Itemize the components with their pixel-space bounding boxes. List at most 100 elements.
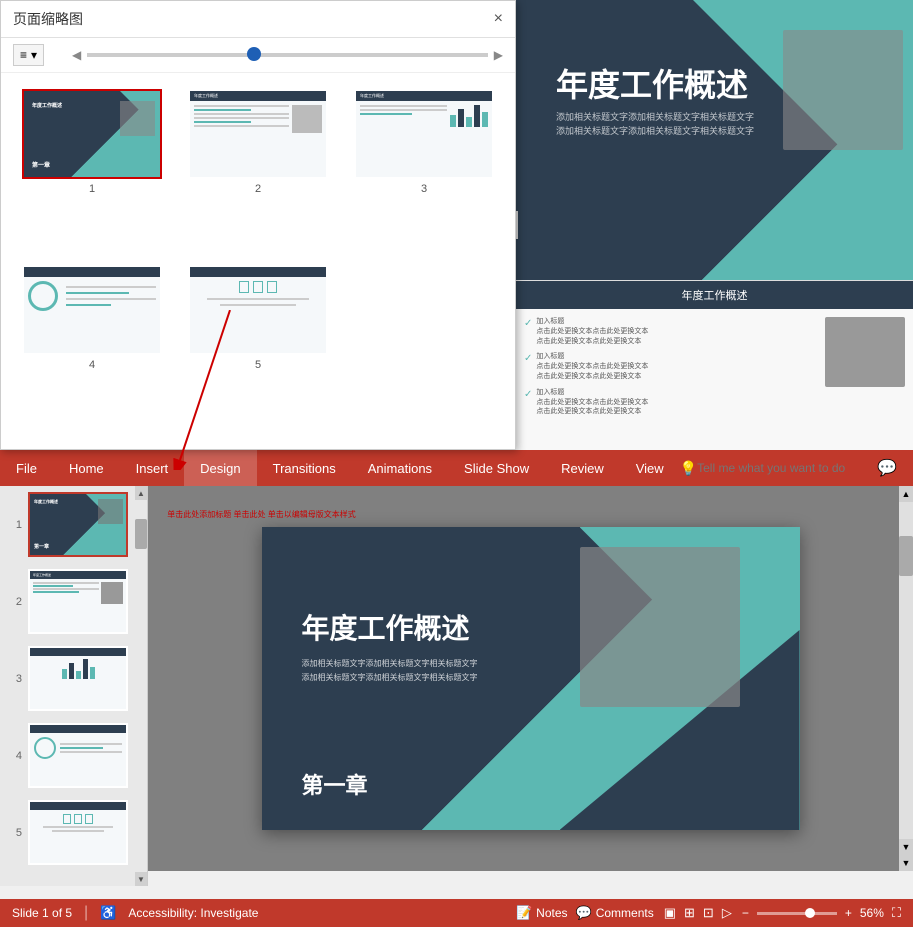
slide-info: Slide 1 of 5 [12,906,72,920]
tab-animations[interactable]: Animations [352,450,448,486]
main-slide-subtitle: 添加相关标题文字添加相关标题文字相关标题文字 添加相关标题文字添加相关标题文字相… [302,657,478,686]
panel-thumb-img-1: 年度工作概述 第一章 [22,89,162,179]
slider-thumb[interactable] [247,47,261,61]
panel-thumb-img-5 [188,265,328,355]
zoom-percent[interactable]: 56% [860,906,884,920]
grid-icon: ≡ [20,48,27,62]
panel-thumb-2[interactable]: 年度工作概述 [183,89,333,249]
left-thumb-item-4[interactable]: 4 [0,717,147,794]
slideshow-view-icon[interactable]: ▷ [720,903,734,923]
zoom-thumb[interactable] [805,908,815,918]
left-thumb-item-5[interactable]: 5 [0,794,147,871]
ribbon-search-input[interactable] [697,461,877,475]
accessibility-icon: ♿ [100,905,116,921]
panel-thumb-num-5: 5 [255,359,261,371]
slider-left-icon: ◀ [72,48,81,62]
left-thumb-box-3 [28,646,128,711]
left-num-3: 3 [8,673,22,685]
notes-btn[interactable]: 📝 Notes [516,905,568,921]
notes-icon: 📝 [516,905,532,921]
slide-thumbnail-grid: 年度工作概述 第一章 1 年度工作概述 [1,73,515,441]
left-thumb-item-2[interactable]: 2 年度工作概述 [0,563,147,640]
panel-header: 页面缩略图 × [1,1,515,38]
preview2-content: ✓ 加入标题点击此处更换文本点击此处更换文本点击此处更换文本点此处更换文本 ✓ … [516,309,913,431]
comment-icon[interactable]: 💬 [877,458,897,478]
zoom-minus-icon[interactable]: − [742,906,749,920]
main-slide-photo [580,547,740,707]
main-edit-area[interactable]: 单击此处添加标题 单击此处 单击以编辑母版文本样式 年度工作概述 添加相关标题文… [148,486,913,871]
check-text-3: 加入标题点击此处更换文本点击此处更换文本点击此处更换文本点此处更换文本 [536,388,648,417]
slider-track[interactable] [87,53,487,57]
main-slide-chapter[interactable]: 第一章 [302,768,368,800]
preview-subtitle: 添加相关标题文字添加相关标题文字相关标题文字 添加相关标题文字添加相关标题文字相… [556,110,754,139]
status-right: 📝 Notes 💬 Comments ▣ ⊞ ⊡ ▷ − + 56% ⛶ [516,903,901,923]
scroll-up-btn[interactable]: ▲ [135,486,147,500]
tab-design[interactable]: Design [184,450,256,486]
preview2-photo [825,317,905,387]
fit-slide-icon[interactable]: ⛶ [892,905,901,921]
ribbon-search-area: 💡 [680,460,877,477]
scroll-down-btn[interactable]: ▼ [135,872,147,886]
left-thumb-box-4 [28,723,128,788]
main-window: 年度工作概述 添加相关标题文字添加相关标题文字相关标题文字 添加相关标题文字添加… [0,0,913,927]
left-thumb-item-1[interactable]: 1 年度工作概述 第一章 [0,486,147,563]
panel-close-btn[interactable]: × [494,10,503,28]
panel-thumb-img-4 [22,265,162,355]
thumbnail-size-slider: ◀ ▶ [72,48,503,62]
main-edit-scrollbar: ▲ ▼ ▼ [899,486,913,871]
normal-view-icon[interactable]: ▣ [662,903,678,923]
collapse-panel-btn[interactable]: ◀ [516,211,518,239]
panel-title: 页面缩略图 [13,9,83,29]
reading-view-icon[interactable]: ⊡ [701,903,716,923]
panel-thumb-4[interactable]: 4 [17,265,167,425]
main-scroll-up[interactable]: ▲ [899,486,913,502]
status-bar: Slide 1 of 5 | ♿ Accessibility: Investig… [0,899,913,927]
left-thumb-box-2: 年度工作概述 [28,569,128,634]
zoom-slider[interactable] [757,912,837,915]
left-num-5: 5 [8,827,22,839]
panel-thumb-num-1: 1 [89,183,95,195]
panel-thumb-5[interactable]: 5 [183,265,333,425]
checklist: ✓ 加入标题点击此处更换文本点击此处更换文本点击此处更换文本点此处更换文本 ✓ … [524,317,817,423]
tab-view[interactable]: View [620,450,680,486]
dropdown-arrow: ▾ [31,48,37,62]
accessibility-text[interactable]: Accessibility: Investigate [128,906,258,920]
left-thumb-item-3[interactable]: 3 [0,640,147,717]
slider-right-icon: ▶ [494,48,503,62]
left-num-1: 1 [8,519,22,531]
slide-sorter-icon[interactable]: ⊞ [682,903,697,923]
panel-toolbar: ≡ ▾ ◀ ▶ [1,38,515,73]
tab-home[interactable]: Home [53,450,120,486]
main-scroll-down2[interactable]: ▼ [899,855,913,871]
preview-photo [783,30,903,150]
panel-thumb-1[interactable]: 年度工作概述 第一章 1 [17,89,167,249]
left-thumbnail-panel: 1 年度工作概述 第一章 2 年度工作概述 [0,486,148,886]
main-slide-title[interactable]: 年度工作概述 [302,607,470,647]
panel-thumb-3[interactable]: 年度工作概述 [349,89,499,249]
check-text-1: 加入标题点击此处更换文本点击此处更换文本点击此处更换文本点此处更换文本 [536,317,648,346]
zoom-plus-icon[interactable]: + [845,906,852,920]
main-slide[interactable]: 年度工作概述 添加相关标题文字添加相关标题文字相关标题文字 添加相关标题文字添加… [262,527,800,830]
scroll-thumb [135,519,147,549]
view-mode-icons: ▣ ⊞ ⊡ ▷ [662,903,734,923]
comments-btn[interactable]: 💬 Comments [576,905,654,921]
check-item-3: ✓ 加入标题点击此处更换文本点击此处更换文本点击此处更换文本点此处更换文本 [524,388,817,417]
panel-view-btn[interactable]: ≡ ▾ [13,44,44,66]
panel-thumb-img-2: 年度工作概述 [188,89,328,179]
panel-thumb-img-3: 年度工作概述 [354,89,494,179]
tab-transitions[interactable]: Transitions [257,450,352,486]
comments-label: Comments [596,906,654,920]
left-thumb-box-1: 年度工作概述 第一章 [28,492,128,557]
tab-insert[interactable]: Insert [120,450,185,486]
tab-review[interactable]: Review [545,450,620,486]
panel-thumb-num-2: 2 [255,183,261,195]
notes-label: Notes [536,906,567,920]
check-item-1: ✓ 加入标题点击此处更换文本点击此处更换文本点击此处更换文本点此处更换文本 [524,317,817,346]
panel-thumb-num-4: 4 [89,359,95,371]
lightbulb-icon: 💡 [680,460,697,477]
tab-slideshow[interactable]: Slide Show [448,450,545,486]
main-scroll-down[interactable]: ▼ [899,839,913,855]
tab-file[interactable]: File [0,450,53,486]
ribbon-icons: 💬 [877,458,913,478]
preview-title: 年度工作概述 [556,60,748,106]
